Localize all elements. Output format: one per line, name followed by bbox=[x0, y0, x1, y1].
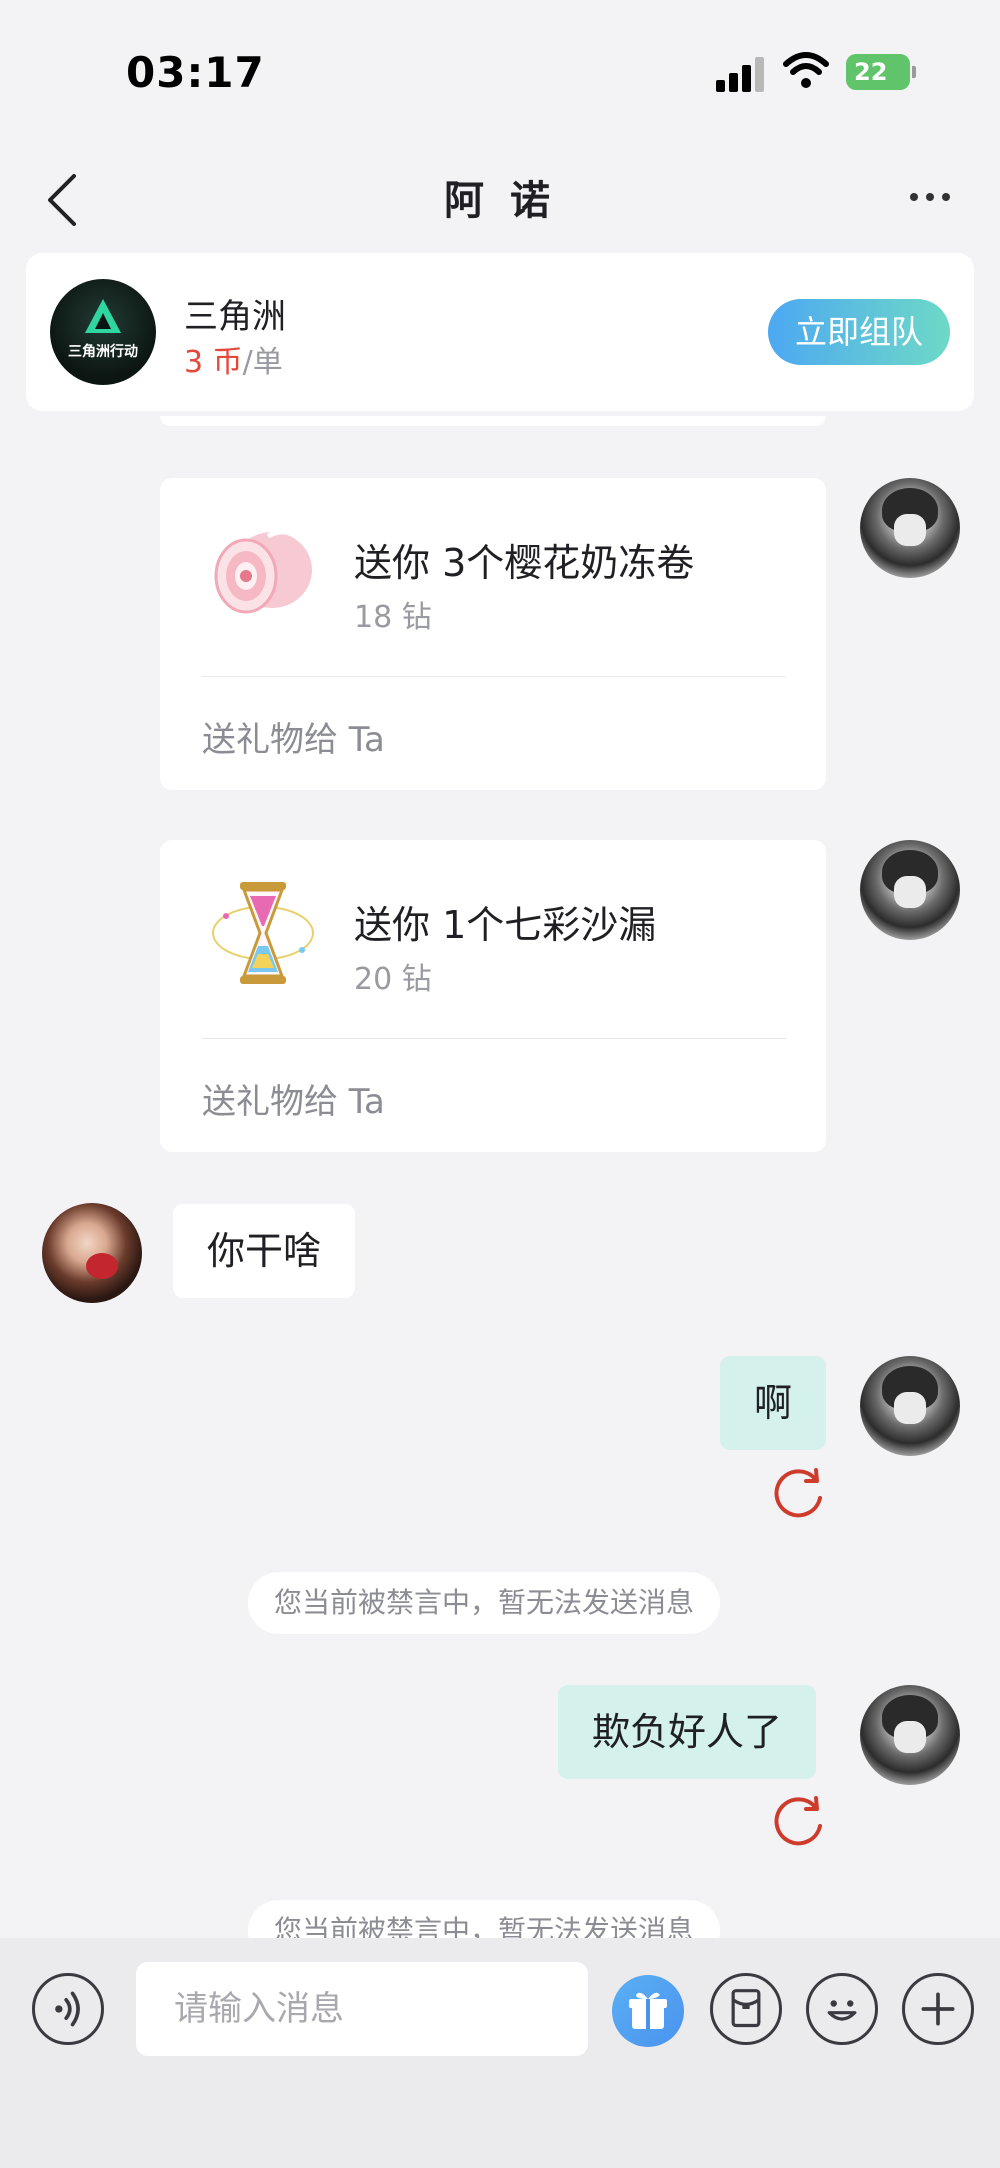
plus-icon[interactable] bbox=[902, 1973, 974, 2045]
game-name: 三角洲 bbox=[184, 297, 286, 337]
input-bar bbox=[0, 1938, 1000, 2168]
status-time: 03:17 bbox=[126, 48, 265, 97]
message-bubble-outgoing[interactable]: 啊 bbox=[720, 1356, 827, 1450]
more-icon[interactable] bbox=[900, 182, 960, 212]
avatar-self[interactable] bbox=[860, 1356, 960, 1456]
retry-icon[interactable] bbox=[770, 1466, 826, 1522]
avatar-self[interactable] bbox=[860, 478, 960, 578]
game-price-unit: /单 bbox=[242, 345, 283, 380]
red-packet-icon[interactable] bbox=[710, 1973, 782, 2045]
page-title: 阿 诺 bbox=[444, 178, 556, 224]
gift-card: 送你 1个七彩沙漏 20 钻 送礼物给 Ta bbox=[160, 840, 826, 1152]
avatar-self[interactable] bbox=[860, 1685, 960, 1785]
system-notice: 您当前被禁言中，暂无法发送消息 bbox=[248, 1572, 721, 1634]
game-logo: 三角洲行动 bbox=[50, 279, 156, 385]
gift-card: 送你 3个樱花奶冻卷 18 钻 送礼物给 Ta bbox=[160, 478, 826, 790]
message-input[interactable] bbox=[136, 1962, 588, 2056]
game-logo-mark bbox=[85, 299, 121, 333]
emoji-icon[interactable] bbox=[806, 1973, 878, 2045]
status-bar: 03:17 22 bbox=[0, 0, 1000, 140]
divider bbox=[202, 676, 786, 677]
avatar-other[interactable] bbox=[42, 1203, 142, 1303]
game-price-number: 3 币 bbox=[184, 345, 243, 380]
battery-level: 22 bbox=[846, 54, 910, 90]
previous-card-edge bbox=[160, 416, 826, 426]
retry-icon[interactable] bbox=[770, 1794, 826, 1850]
gift-icon[interactable] bbox=[612, 1975, 684, 2047]
game-logo-text: 三角洲行动 bbox=[68, 344, 138, 360]
wifi-icon bbox=[783, 52, 829, 88]
nav-bar: 阿 诺 bbox=[0, 140, 1000, 250]
voice-icon[interactable] bbox=[32, 1973, 104, 2045]
signal-icon bbox=[716, 56, 766, 92]
battery-icon: 22 bbox=[846, 54, 916, 90]
gift-price: 18 钻 bbox=[354, 600, 432, 635]
message-bubble-incoming[interactable]: 你干啥 bbox=[173, 1204, 356, 1298]
game-price: 3 币/单 bbox=[184, 337, 283, 381]
send-gift-link[interactable]: 送礼物给 Ta bbox=[202, 1074, 385, 1123]
hourglass-icon bbox=[212, 882, 314, 984]
gift-title: 送你 3个樱花奶冻卷 bbox=[354, 541, 695, 585]
gift-title: 送你 1个七彩沙漏 bbox=[354, 903, 657, 947]
sakura-roll-icon bbox=[214, 529, 312, 614]
divider bbox=[202, 1038, 786, 1039]
message-bubble-outgoing[interactable]: 欺负好人了 bbox=[558, 1685, 817, 1779]
gift-price: 20 钻 bbox=[354, 962, 432, 997]
avatar-self[interactable] bbox=[860, 840, 960, 940]
team-up-button[interactable]: 立即组队 bbox=[768, 299, 950, 365]
send-gift-link[interactable]: 送礼物给 Ta bbox=[202, 712, 385, 761]
game-card: 三角洲行动 三角洲 3 币/单 立即组队 bbox=[26, 253, 974, 411]
